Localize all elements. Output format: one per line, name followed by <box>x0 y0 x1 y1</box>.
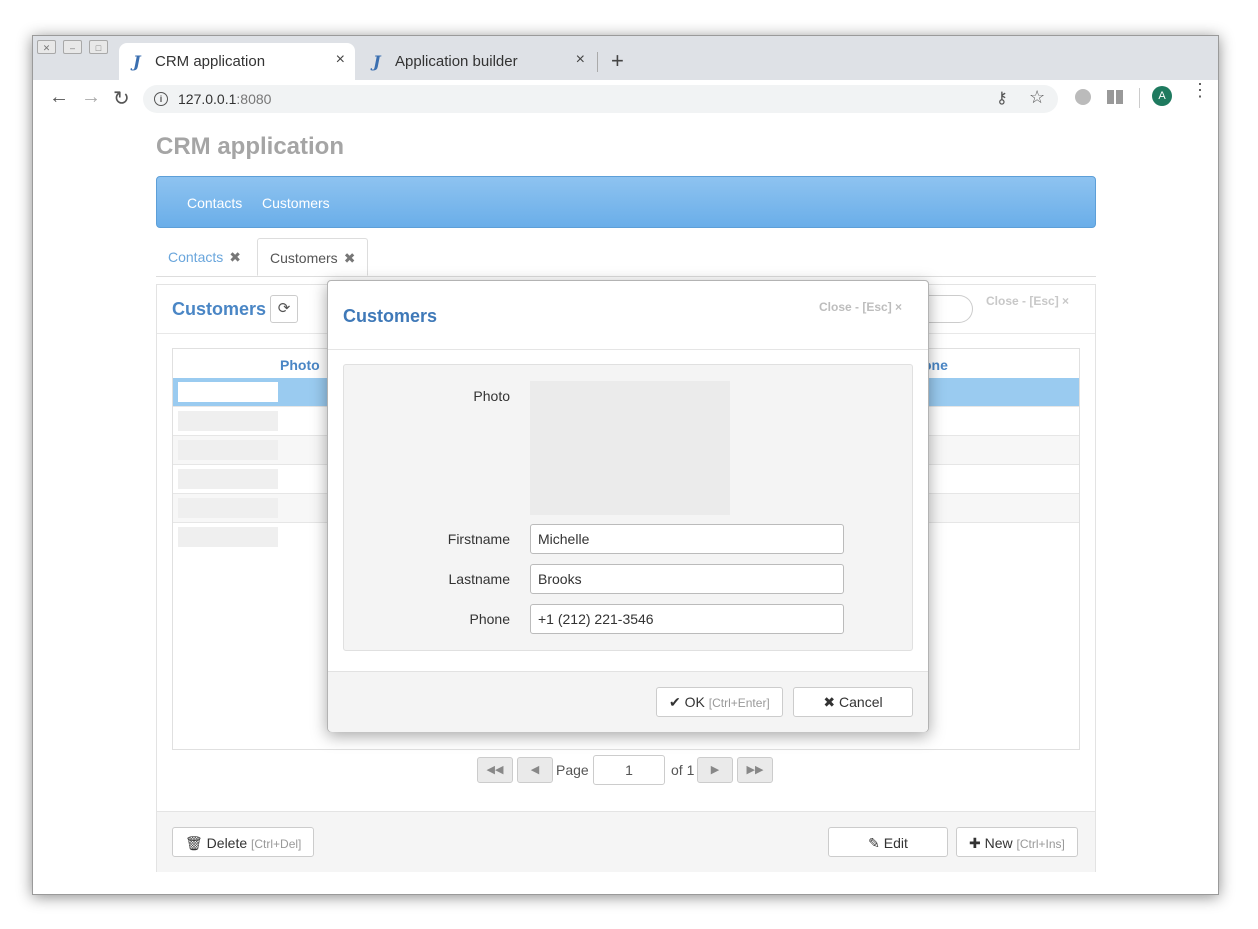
check-icon: ✔ <box>669 694 681 710</box>
pager: ◀◀ ◀ Page of 1 ▶ ▶▶ <box>477 755 777 787</box>
browser-toolbar: ← → ↻ i 127.0.0.1:8080 ⚷ ☆ A ⋮ <box>33 80 1218 117</box>
phone-label: Phone <box>469 611 510 627</box>
back-icon[interactable]: ← <box>49 86 69 109</box>
tab-contacts[interactable]: Contacts ✖ <box>156 238 253 276</box>
browser-tab-crm[interactable]: J CRM application × <box>119 43 355 80</box>
close-tab-icon[interactable]: ✖ <box>344 250 356 266</box>
tab-divider <box>597 52 598 72</box>
photo-cell <box>178 498 278 518</box>
key-icon[interactable]: ⚷ <box>996 88 1008 108</box>
page-number-input[interactable] <box>593 755 665 785</box>
edit-button[interactable]: ✎ Edit <box>828 827 948 857</box>
trash-icon: 🗑 <box>185 835 203 851</box>
globe-extension-icon[interactable] <box>1075 89 1091 105</box>
lastname-input[interactable] <box>530 564 844 594</box>
nav-customers[interactable]: Customers <box>262 195 330 211</box>
ok-label: OK <box>684 694 705 710</box>
cancel-x-icon: ✖ <box>823 694 836 710</box>
next-page-button[interactable]: ▶ <box>697 757 733 783</box>
new-label: New <box>984 835 1013 851</box>
info-icon[interactable]: i <box>154 92 168 106</box>
photo-cell <box>178 411 278 431</box>
dialog-close-link[interactable]: Close - [Esc] × <box>819 300 902 314</box>
dialog-title: Customers <box>343 306 438 326</box>
new-tab-icon[interactable]: + <box>611 48 624 74</box>
lastname-label: Lastname <box>448 571 510 587</box>
phone-input[interactable] <box>530 604 844 634</box>
tab-favicon-icon: J <box>373 52 381 71</box>
window-close-icon[interactable]: ✕ <box>37 40 56 54</box>
url-port: :8080 <box>236 91 272 107</box>
toolbar-divider <box>1139 88 1140 108</box>
browser-tab-title: CRM application <box>155 53 266 70</box>
close-tab-icon[interactable]: × <box>336 51 345 69</box>
close-tab-icon[interactable]: × <box>576 51 585 69</box>
tab-favicon-icon: J <box>133 52 141 71</box>
panel-footer: 🗑 Delete [Ctrl+Del] ✎ Edit ✚ New [Ctrl+I… <box>157 811 1095 872</box>
firstname-input[interactable] <box>530 524 844 554</box>
tab-label: Contacts <box>168 249 224 265</box>
app-title: CRM application <box>156 133 345 160</box>
panel-title: Customers <box>172 299 267 319</box>
dialog-form: Photo Firstname Lastname Phone <box>343 364 913 651</box>
edit-label: Edit <box>883 835 908 851</box>
nav-contacts[interactable]: Contacts <box>187 195 242 211</box>
panel-close-link[interactable]: Close - [Esc] × <box>986 294 1069 308</box>
url-text[interactable]: 127.0.0.1:8080 <box>178 91 271 107</box>
ok-hint: [Ctrl+Enter] <box>708 696 770 710</box>
last-page-button[interactable]: ▶▶ <box>737 757 773 783</box>
bookmark-star-icon[interactable]: ☆ <box>1029 87 1045 108</box>
first-page-button[interactable]: ◀◀ <box>477 757 513 783</box>
refresh-button[interactable]: ⟳ <box>270 295 298 323</box>
photo-label: Photo <box>473 388 510 404</box>
reload-icon[interactable]: ↻ <box>113 86 130 111</box>
menu-dots-icon[interactable]: ⋮ <box>1191 81 1209 99</box>
page-content: CRM application Contacts Customers Conta… <box>33 116 1218 894</box>
browser-tab-builder[interactable]: J Application builder × <box>359 43 595 80</box>
delete-label: Delete <box>206 835 248 851</box>
window-maximize-icon[interactable]: □ <box>89 40 108 54</box>
browser-tab-title: Application builder <box>395 53 518 70</box>
close-tab-icon[interactable]: ✖ <box>229 249 241 265</box>
photo-cell <box>178 382 278 402</box>
customer-dialog: Customers Close - [Esc] × Photo Firstnam… <box>327 280 929 732</box>
photo-cell <box>178 469 278 489</box>
page-tabs: Contacts ✖ Customers ✖ <box>156 238 1096 277</box>
ok-button[interactable]: ✔ OK [Ctrl+Enter] <box>656 687 783 717</box>
firstname-label: Firstname <box>447 531 510 547</box>
cancel-label: Cancel <box>839 694 883 710</box>
delete-button[interactable]: 🗑 Delete [Ctrl+Del] <box>172 827 315 857</box>
page-count-label: of 1 <box>671 762 695 778</box>
address-bar[interactable]: i 127.0.0.1:8080 ⚷ ☆ <box>143 85 1058 113</box>
cancel-button[interactable]: ✖ Cancel <box>793 687 913 717</box>
prev-page-button[interactable]: ◀ <box>517 757 553 783</box>
plus-icon: ✚ <box>969 835 981 851</box>
page-label: Page <box>556 762 589 778</box>
dialog-divider <box>328 349 928 350</box>
dialog-footer: ✔ OK [Ctrl+Enter] ✖ Cancel <box>328 671 928 732</box>
window-minimize-icon[interactable]: – <box>63 40 82 54</box>
photo-cell <box>178 527 278 547</box>
forward-icon[interactable]: → <box>81 86 101 109</box>
photo-cell <box>178 440 278 460</box>
tab-strip: ✕ – □ J CRM application × J Application … <box>33 36 1218 80</box>
edit-icon: ✎ <box>868 835 880 851</box>
tab-label: Customers <box>270 250 338 266</box>
new-button[interactable]: ✚ New [Ctrl+Ins] <box>956 827 1078 857</box>
main-navbar: Contacts Customers <box>156 176 1096 228</box>
delete-hint: [Ctrl+Del] <box>251 837 302 851</box>
grid-extension-icon[interactable] <box>1107 90 1123 104</box>
column-header-photo[interactable]: Photo <box>280 357 320 373</box>
browser-window: ✕ – □ J CRM application × J Application … <box>32 35 1219 895</box>
new-hint: [Ctrl+Ins] <box>1016 837 1065 851</box>
url-host: 127.0.0.1 <box>178 91 237 107</box>
tab-customers[interactable]: Customers ✖ <box>257 238 369 276</box>
photo-placeholder[interactable] <box>530 381 730 515</box>
profile-avatar[interactable]: A <box>1152 86 1172 106</box>
